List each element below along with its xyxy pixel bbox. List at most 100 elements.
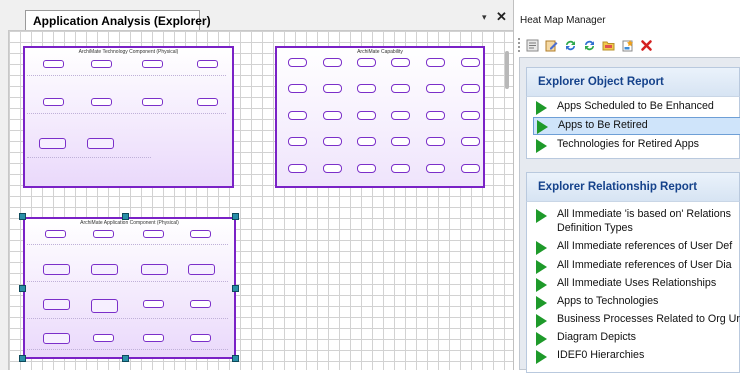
capability-node[interactable]	[288, 111, 307, 120]
refresh-all-icon[interactable]	[582, 38, 596, 52]
diagram-node[interactable]	[143, 230, 164, 238]
resize-handle-bottom[interactable]	[122, 355, 129, 362]
capability-node[interactable]	[426, 84, 445, 93]
resize-handle-right[interactable]	[232, 285, 239, 292]
tab-list-dropdown-icon[interactable]: ▾	[482, 12, 487, 23]
report-item-label: All Immediate Uses Relationships	[557, 277, 717, 289]
capability-node[interactable]	[288, 58, 307, 67]
resize-handle-top[interactable]	[122, 213, 129, 220]
report-item[interactable]: Diagram Depicts	[533, 330, 740, 348]
folder-icon[interactable]	[601, 38, 615, 52]
capability-node[interactable]	[426, 111, 445, 120]
capability-node[interactable]	[391, 111, 410, 120]
properties-icon[interactable]	[525, 38, 539, 52]
report-item[interactable]: All Immediate 'is based on' Relations De…	[533, 207, 740, 237]
capability-node[interactable]	[323, 58, 342, 67]
vertical-scrollbar-thumb[interactable]	[505, 51, 509, 89]
diagram-node[interactable]	[91, 60, 112, 68]
capability-node[interactable]	[357, 137, 376, 146]
section-header-relationship-report[interactable]: Explorer Relationship Report	[526, 172, 740, 201]
diagram-node[interactable]	[91, 264, 118, 275]
capability-node[interactable]	[461, 111, 480, 120]
resize-handle-left[interactable]	[19, 285, 26, 292]
diagram-node[interactable]	[143, 300, 164, 308]
diagram-node[interactable]	[91, 299, 118, 313]
report-item-label: All Immediate references of User Def	[557, 240, 733, 252]
heat-map-toolbar	[514, 33, 740, 57]
capability-node[interactable]	[461, 84, 480, 93]
diagram-node[interactable]	[43, 264, 70, 275]
diagram-node[interactable]	[188, 264, 215, 275]
edit-icon[interactable]	[544, 38, 558, 52]
tab-application-analysis[interactable]: Application Analysis (Explorer)	[25, 10, 211, 30]
capability-node[interactable]	[391, 58, 410, 67]
diagram-node[interactable]	[93, 230, 114, 238]
diagram-node[interactable]	[43, 60, 64, 68]
resize-handle-bottom-right[interactable]	[232, 355, 239, 362]
diagram-node[interactable]	[142, 60, 163, 68]
capability-node[interactable]	[426, 137, 445, 146]
report-item[interactable]: All Immediate Uses Relationships	[533, 276, 740, 294]
report-item[interactable]: All Immediate references of User Dia	[533, 258, 740, 276]
capability-node[interactable]	[288, 164, 307, 173]
capability-node[interactable]	[288, 84, 307, 93]
diagram-node[interactable]	[197, 98, 218, 106]
capability-node[interactable]	[461, 164, 480, 173]
capability-node[interactable]	[357, 111, 376, 120]
capability-frame[interactable]: ArchiMate Capability	[275, 46, 485, 188]
capability-node[interactable]	[426, 164, 445, 173]
diagram-node[interactable]	[91, 98, 112, 106]
diagram-node[interactable]	[142, 98, 163, 106]
diagram-node[interactable]	[43, 299, 70, 310]
report-item[interactable]: Apps Scheduled to Be Enhanced	[533, 99, 740, 117]
delete-icon[interactable]	[639, 38, 653, 52]
application-component-frame[interactable]: ArchiMate Application Component (Physica…	[23, 217, 236, 359]
node-caption-row	[27, 318, 228, 322]
report-item[interactable]: Apps to Technologies	[533, 294, 740, 312]
capability-node[interactable]	[323, 137, 342, 146]
close-tab-icon[interactable]: ✕	[496, 9, 507, 25]
new-icon[interactable]	[620, 38, 634, 52]
run-report-icon	[536, 332, 547, 346]
diagram-node[interactable]	[141, 264, 168, 275]
resize-handle-top-right[interactable]	[232, 213, 239, 220]
report-item-selected[interactable]: Apps to Be Retired	[533, 117, 740, 135]
capability-node[interactable]	[461, 58, 480, 67]
diagram-node[interactable]	[190, 334, 211, 342]
diagram-node[interactable]	[190, 230, 211, 238]
report-item[interactable]: Business Processes Related to Org Ur	[533, 312, 740, 330]
technology-component-frame[interactable]: ArchiMate Technology Component (Physical…	[23, 46, 234, 188]
refresh-icon[interactable]	[563, 38, 577, 52]
diagram-node[interactable]	[39, 138, 66, 149]
capability-node[interactable]	[323, 111, 342, 120]
diagram-node[interactable]	[197, 60, 218, 68]
capability-node[interactable]	[288, 137, 307, 146]
capability-node[interactable]	[461, 137, 480, 146]
report-item[interactable]: All Immediate references of User Def	[533, 239, 740, 257]
run-report-icon	[536, 241, 547, 255]
diagram-node[interactable]	[45, 230, 66, 238]
diagram-node[interactable]	[87, 138, 114, 149]
node-caption-row	[27, 113, 226, 117]
capability-node[interactable]	[357, 84, 376, 93]
capability-node[interactable]	[323, 164, 342, 173]
diagram-node[interactable]	[190, 300, 211, 308]
resize-handle-top-left[interactable]	[19, 213, 26, 220]
capability-node[interactable]	[323, 84, 342, 93]
resize-handle-bottom-left[interactable]	[19, 355, 26, 362]
diagram-canvas[interactable]: ArchiMate Technology Component (Physical…	[8, 30, 513, 370]
report-item[interactable]: IDEF0 Hierarchies	[533, 348, 740, 366]
capability-node[interactable]	[357, 164, 376, 173]
diagram-node[interactable]	[43, 98, 64, 106]
diagram-node[interactable]	[143, 334, 164, 342]
capability-node[interactable]	[357, 58, 376, 67]
section-header-object-report[interactable]: Explorer Object Report	[526, 67, 740, 96]
capability-node[interactable]	[426, 58, 445, 67]
diagram-node[interactable]	[93, 334, 114, 342]
diagram-node[interactable]	[43, 333, 70, 344]
capability-node[interactable]	[391, 137, 410, 146]
toolbar-grip-icon[interactable]	[518, 38, 521, 52]
capability-node[interactable]	[391, 164, 410, 173]
capability-node[interactable]	[391, 84, 410, 93]
report-item[interactable]: Technologies for Retired Apps	[533, 137, 740, 155]
